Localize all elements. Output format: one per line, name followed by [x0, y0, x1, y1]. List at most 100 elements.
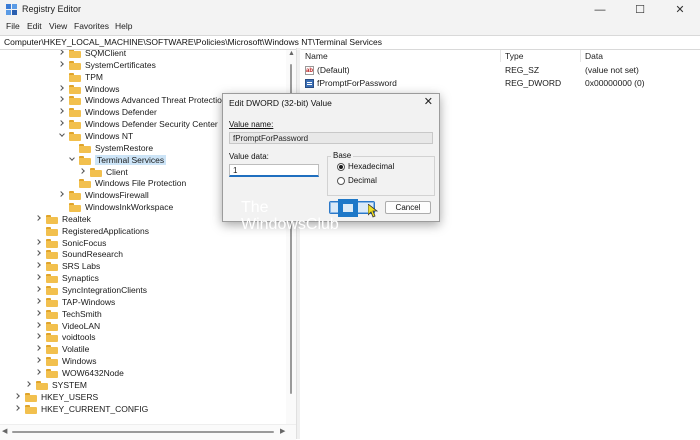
tree-node[interactable]: TPM: [58, 71, 103, 83]
tree-node-label: HKEY_USERS: [41, 392, 99, 402]
menu-file[interactable]: File: [6, 21, 20, 31]
chevron-right-icon[interactable]: [35, 298, 43, 306]
menu-favorites[interactable]: Favorites: [74, 21, 109, 31]
tree-node[interactable]: WindowsFirewall: [58, 189, 149, 201]
chevron-right-icon[interactable]: [35, 215, 43, 223]
menu-view[interactable]: View: [49, 21, 67, 31]
column-separator[interactable]: [500, 50, 501, 62]
chevron-right-icon[interactable]: [35, 369, 43, 377]
tree-node-label: Windows Defender: [85, 107, 157, 117]
tree-node[interactable]: WindowsInkWorkspace: [58, 201, 173, 213]
value-name-label: Value name:: [229, 120, 274, 129]
folder-icon: [79, 143, 91, 153]
column-header-type[interactable]: Type: [505, 51, 523, 61]
chevron-right-icon[interactable]: [35, 333, 43, 341]
chevron-right-icon[interactable]: [35, 274, 43, 282]
tree-node[interactable]: TAP-Windows: [35, 296, 115, 308]
tree-horizontal-scrollbar[interactable]: ◀ ▶: [0, 424, 296, 440]
address-bar[interactable]: Computer\HKEY_LOCAL_MACHINE\SOFTWARE\Pol…: [0, 35, 700, 50]
tree-node[interactable]: Windows File Protection: [68, 177, 186, 189]
decimal-label[interactable]: Decimal: [348, 176, 377, 185]
hexadecimal-label[interactable]: Hexadecimal: [348, 162, 394, 171]
chevron-right-icon[interactable]: [58, 61, 66, 69]
tree-node[interactable]: Windows NT: [58, 130, 133, 142]
chevron-right-icon[interactable]: [35, 262, 43, 270]
chevron-right-icon[interactable]: [58, 96, 66, 104]
folder-icon: [46, 332, 58, 342]
tree-node[interactable]: SYSTEM: [25, 379, 87, 391]
chevron-right-icon[interactable]: [25, 381, 33, 389]
chevron-right-icon[interactable]: [35, 286, 43, 294]
chevron-right-icon[interactable]: [35, 345, 43, 353]
chevron-right-icon[interactable]: [14, 405, 22, 413]
chevron-right-icon[interactable]: [35, 250, 43, 258]
tree-node[interactable]: SQMClient: [58, 50, 126, 59]
folder-icon: [69, 84, 81, 94]
tree-node[interactable]: SystemCertificates: [58, 59, 156, 71]
column-header-name[interactable]: Name: [305, 51, 328, 61]
tree-hscroll-thumb[interactable]: [12, 431, 274, 433]
chevron-right-icon[interactable]: [35, 357, 43, 365]
tree-node[interactable]: Volatile: [35, 343, 89, 355]
tree-node[interactable]: voidtools: [35, 331, 96, 343]
chevron-right-icon[interactable]: [35, 310, 43, 318]
menu-help[interactable]: Help: [115, 21, 132, 31]
tree-node[interactable]: SyncIntegrationClients: [35, 284, 147, 296]
value-type: REG_DWORD: [505, 78, 562, 88]
decimal-radio[interactable]: [337, 177, 345, 185]
tree-node[interactable]: Windows: [35, 355, 96, 367]
column-header-data[interactable]: Data: [585, 51, 603, 61]
chevron-right-icon[interactable]: [58, 108, 66, 116]
chevron-right-icon[interactable]: [35, 239, 43, 247]
chevron-right-icon[interactable]: [58, 191, 66, 199]
tree-node[interactable]: SRS Labs: [35, 260, 100, 272]
tree-node-label: TechSmith: [62, 309, 102, 319]
value-row-fpromptforpassword[interactable]: fPromptForPassword REG_DWORD 0x00000000 …: [300, 78, 700, 90]
tree-node[interactable]: Windows Advanced Threat Protection: [58, 94, 227, 106]
chevron-down-icon[interactable]: [68, 156, 76, 164]
tree-node-label: SoundResearch: [62, 249, 123, 259]
tree-node-label: Realtek: [62, 214, 91, 224]
watermark-logo-icon: [338, 199, 358, 217]
chevron-down-icon[interactable]: [58, 132, 66, 140]
value-data-label: Value data:: [229, 152, 269, 161]
chevron-right-icon[interactable]: [79, 168, 87, 176]
address-path[interactable]: Computer\HKEY_LOCAL_MACHINE\SOFTWARE\Pol…: [4, 37, 382, 47]
maximize-button[interactable]: ☐: [620, 0, 660, 19]
tree-node[interactable]: SystemRestore: [68, 142, 153, 154]
chevron-right-icon[interactable]: [58, 85, 66, 93]
chevron-right-icon[interactable]: [35, 322, 43, 330]
tree-node[interactable]: Realtek: [35, 213, 91, 225]
value-row-default[interactable]: ab (Default) REG_SZ (value not set): [300, 65, 700, 77]
scroll-right-arrow-icon[interactable]: ▶: [280, 427, 285, 435]
chevron-right-icon[interactable]: [58, 120, 66, 128]
tree-node[interactable]: Terminal Services: [68, 154, 167, 166]
value-data-input[interactable]: 1: [229, 164, 319, 177]
dialog-close-button[interactable]: ✕: [424, 95, 433, 108]
tree-node-label: voidtools: [62, 332, 96, 342]
folder-icon: [69, 131, 81, 141]
hexadecimal-radio[interactable]: [337, 163, 345, 171]
scroll-up-arrow-icon[interactable]: ▲: [288, 50, 295, 57]
tree-node[interactable]: HKEY_USERS: [14, 391, 98, 403]
tree-node[interactable]: TechSmith: [35, 308, 102, 320]
tree-node[interactable]: SoundResearch: [35, 248, 123, 260]
value-name-field[interactable]: fPromptForPassword: [229, 132, 433, 144]
tree-node[interactable]: WOW6432Node: [35, 367, 124, 379]
scroll-left-arrow-icon[interactable]: ◀: [2, 427, 7, 435]
chevron-right-icon[interactable]: [14, 393, 22, 401]
tree-node[interactable]: HKEY_CURRENT_CONFIG: [14, 403, 148, 415]
minimize-button[interactable]: —: [580, 0, 620, 19]
close-window-button[interactable]: ✕: [660, 0, 700, 19]
folder-icon: [79, 178, 91, 188]
column-separator[interactable]: [580, 50, 581, 62]
menu-edit[interactable]: Edit: [27, 21, 42, 31]
tree-node[interactable]: Windows Defender: [58, 106, 157, 118]
tree-node[interactable]: RegisteredApplications: [35, 225, 149, 237]
folder-icon: [46, 261, 58, 271]
tree-node[interactable]: Windows Defender Security Center: [58, 118, 218, 130]
chevron-right-icon[interactable]: [58, 50, 66, 57]
tree-node[interactable]: Synaptics: [35, 272, 99, 284]
cancel-button[interactable]: Cancel: [385, 201, 431, 214]
folder-icon: [46, 344, 58, 354]
